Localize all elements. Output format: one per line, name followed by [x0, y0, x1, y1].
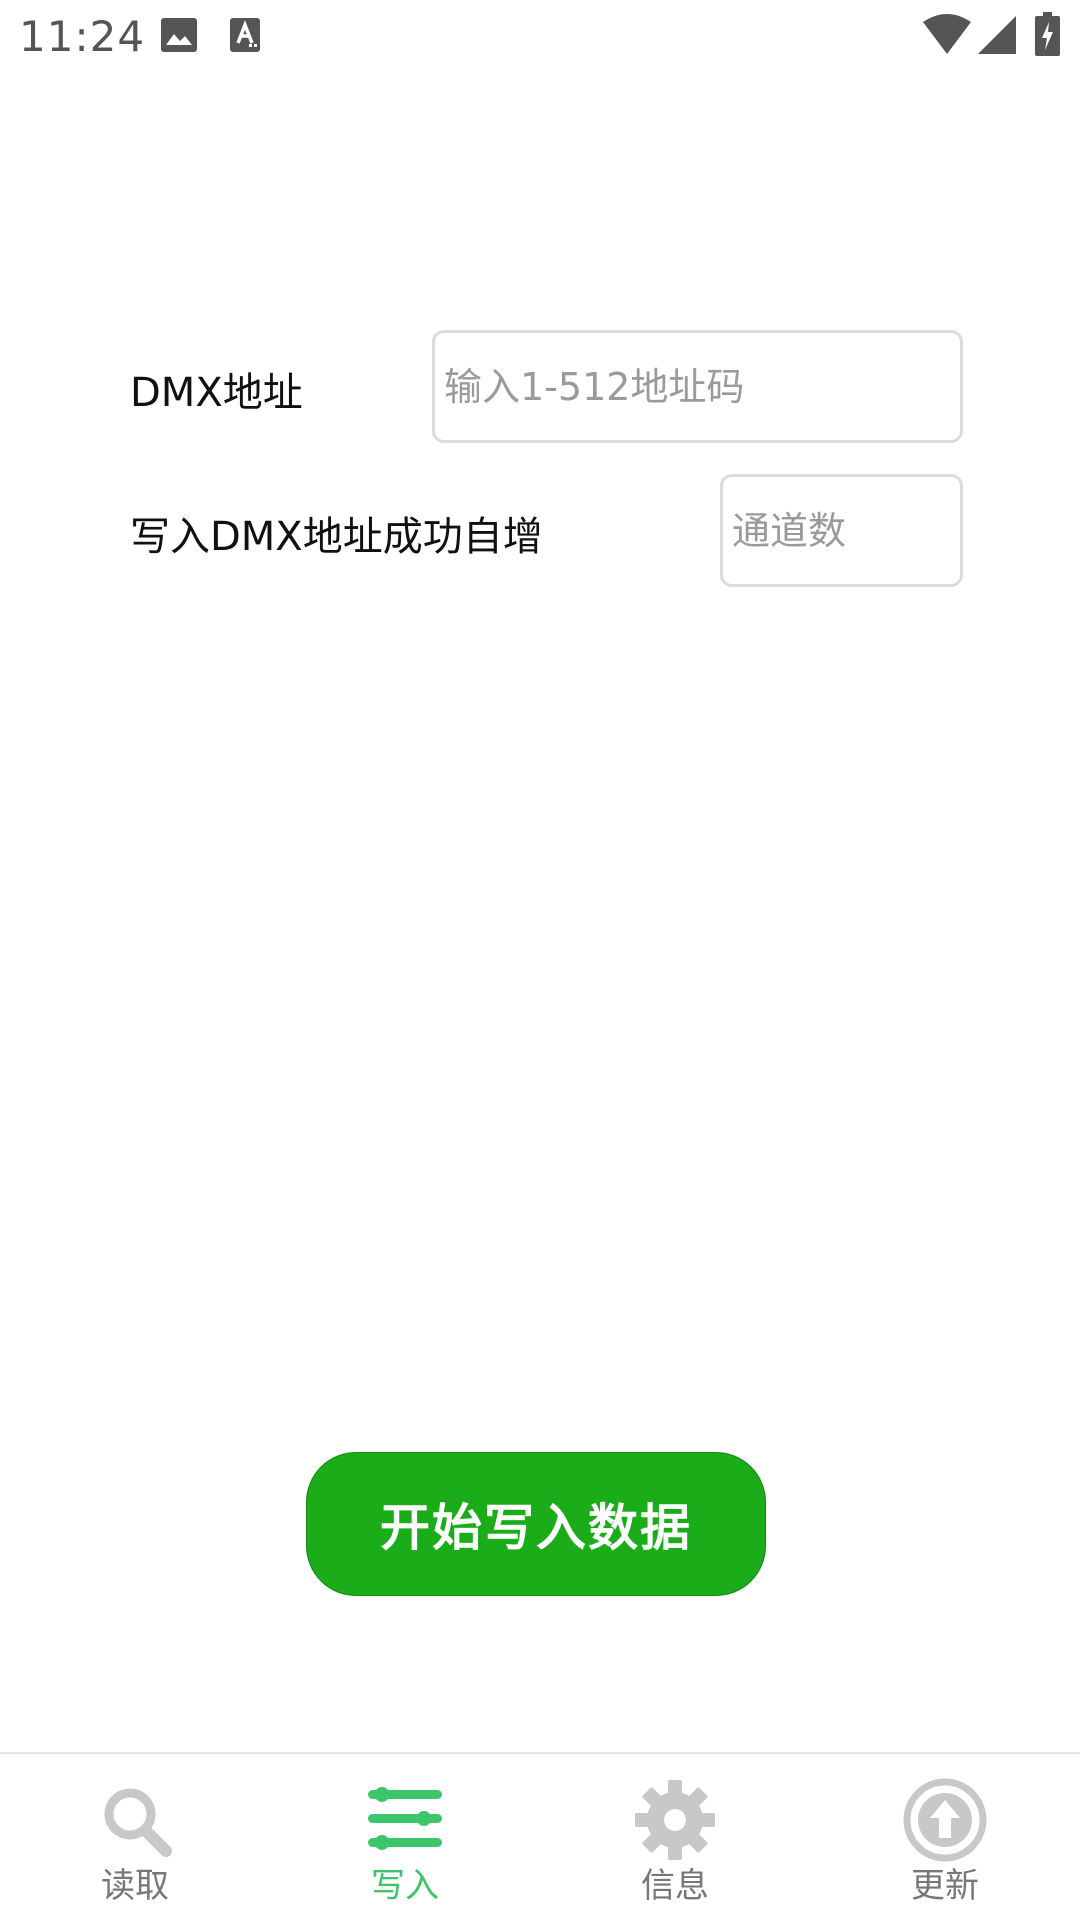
text-a-icon	[230, 18, 260, 52]
image-icon	[161, 18, 197, 52]
tab-update[interactable]: 更新	[810, 1754, 1080, 1920]
status-time: 11:24	[19, 12, 146, 61]
wifi-icon	[923, 14, 971, 54]
dmx-address-label: DMX地址	[130, 370, 303, 416]
bottom-tab-bar: 读取 写入 信息 更新	[0, 1752, 1080, 1920]
sliders-icon	[368, 1787, 442, 1850]
tab-read-label: 读取	[101, 1866, 169, 1906]
status-bar: 11:24	[0, 0, 1080, 74]
auto-increment-label: 写入DMX地址成功自增	[130, 514, 543, 560]
tab-read[interactable]: 读取	[0, 1754, 270, 1920]
cell-signal-icon	[978, 16, 1016, 54]
tab-update-label: 更新	[911, 1866, 979, 1906]
dmx-address-input[interactable]	[432, 330, 963, 443]
start-write-button[interactable]: 开始写入数据	[306, 1452, 766, 1596]
channel-count-input[interactable]	[720, 474, 963, 587]
upload-arrow-icon	[903, 1778, 987, 1862]
tab-info[interactable]: 信息	[540, 1754, 810, 1920]
search-icon	[104, 1788, 172, 1857]
battery-charging-icon	[1035, 12, 1060, 56]
gear-icon	[635, 1780, 715, 1860]
tab-info-label: 信息	[641, 1866, 709, 1906]
tab-write[interactable]: 写入	[270, 1754, 540, 1920]
start-write-button-label: 开始写入数据	[380, 1499, 692, 1557]
tab-write-label: 写入	[371, 1866, 439, 1906]
